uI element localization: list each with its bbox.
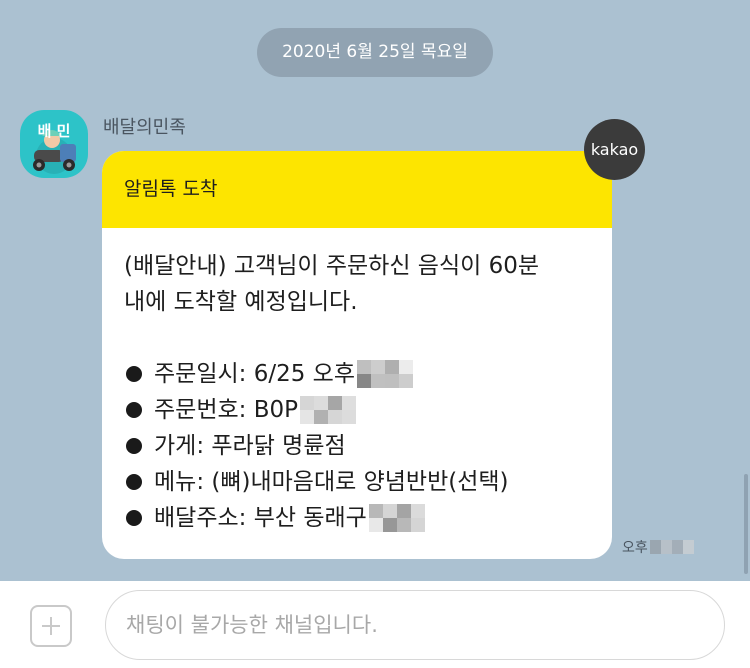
date-divider: 2020년 6월 25일 목요일	[257, 28, 493, 77]
alimtalk-header: 알림톡 도착	[102, 151, 612, 228]
redacted-mosaic	[368, 504, 425, 532]
bullet-icon	[126, 438, 142, 454]
kakao-badge: kakao	[584, 119, 645, 180]
order-detail-text: 배달주소: 부산 동래구	[154, 505, 367, 531]
message-body: (배달안내) 고객님이 주문하신 음식이 60분 내에 도착할 예정입니다. 주…	[102, 228, 612, 536]
timestamp-prefix: 오후	[622, 540, 648, 556]
message-timestamp: 오후	[622, 537, 694, 557]
order-detail-line: 메뉴: (뼈)내마음대로 양념반반(선택)	[124, 464, 612, 500]
bullet-icon	[126, 402, 142, 418]
order-detail-text: 주문일시: 6/25 오후	[154, 361, 355, 387]
alimtalk-message-bubble: 알림톡 도착 (배달안내) 고객님이 주문하신 음식이 60분 내에 도착할 예…	[102, 151, 612, 559]
intro-line-1: (배달안내) 고객님이 주문하신 음식이 60분	[124, 253, 540, 279]
redacted-time-mosaic	[649, 540, 694, 554]
avatar-letters: 배 민	[38, 122, 71, 140]
intro-line-2: 내에 도착할 예정입니다.	[124, 289, 358, 315]
sender-name: 배달의민족	[103, 117, 186, 138]
baemin-logo-icon: 배 민	[20, 110, 88, 178]
bullet-icon	[126, 510, 142, 526]
order-details-list: 주문일시: 6/25 오후주문번호: B0P 가게: 푸라닭 명륜점메뉴: (뼈)…	[124, 356, 612, 536]
sender-avatar[interactable]: 배 민	[20, 110, 88, 178]
message-input[interactable]	[105, 590, 725, 660]
order-detail-line: 주문번호: B0P	[124, 392, 612, 428]
order-detail-text: 가게: 푸라닭 명륜점	[154, 433, 346, 459]
bullet-icon	[126, 474, 142, 490]
order-detail-text: 주문번호: B0P	[154, 397, 298, 423]
order-detail-line: 배달주소: 부산 동래구	[124, 500, 612, 536]
chat-area: 2020년 6월 25일 목요일 배 민 배달의민족 알림톡 도착 (배달안내)…	[0, 0, 750, 581]
bullet-icon	[126, 366, 142, 382]
composer-bar	[0, 581, 750, 668]
order-detail-line: 주문일시: 6/25 오후	[124, 356, 612, 392]
redacted-mosaic	[299, 396, 356, 424]
order-detail-text: 메뉴: (뼈)내마음대로 양념반반(선택)	[154, 469, 509, 495]
attach-plus-button[interactable]	[30, 605, 72, 647]
redacted-mosaic	[356, 360, 413, 388]
order-detail-line: 가게: 푸라닭 명륜점	[124, 428, 612, 464]
scrollbar[interactable]	[744, 474, 748, 574]
